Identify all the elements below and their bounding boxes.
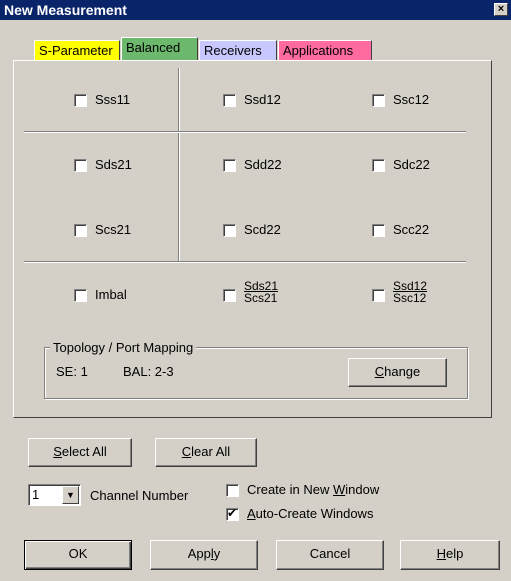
clear-all-button[interactable]: Clear All (155, 438, 257, 467)
sss11-label: Sss11 (95, 92, 131, 107)
button-label: elect All (61, 444, 107, 459)
grid-divider-2 (24, 261, 466, 263)
button-label: OK (68, 546, 88, 561)
scs21-label: Scs21 (95, 222, 132, 237)
tab-label: Applications (283, 43, 354, 58)
tab-balanced[interactable]: Balanced (121, 37, 198, 61)
channel-value: 1 (32, 487, 40, 502)
ratio-denominator: Scs21 (244, 291, 278, 305)
sdc22-label: Sdc22 (393, 157, 430, 172)
ssd12-over-ssc12-label: Ssd12 Ssc12 (393, 280, 427, 304)
tab-label: S-Parameter (39, 43, 113, 58)
scc22-checkbox[interactable] (372, 224, 385, 237)
sss11-checkbox[interactable] (74, 94, 87, 107)
chevron-down-icon[interactable]: ▼ (62, 486, 79, 504)
sdd22-checkbox[interactable] (223, 159, 236, 172)
grid-vertical-divider (178, 68, 180, 261)
tab-receivers[interactable]: Receivers (199, 40, 277, 61)
button-label: lear All (191, 444, 231, 459)
help-button[interactable]: Help (400, 540, 500, 570)
ssd12-checkbox[interactable] (223, 94, 236, 107)
scd22-label: Scd22 (244, 222, 281, 237)
close-icon: × (497, 3, 505, 15)
title-bar: New Measurement (0, 0, 511, 20)
tab-applications[interactable]: Applications (278, 40, 372, 61)
auto-create-windows-checkbox[interactable] (226, 506, 239, 521)
grid-divider-1 (24, 131, 466, 133)
scs21-checkbox[interactable] (74, 224, 87, 237)
create-new-window-label: Create in New Window (247, 482, 380, 497)
scd22-checkbox[interactable] (223, 224, 236, 237)
button-label: Cancel (309, 546, 351, 561)
channel-number-label: Channel Number (90, 488, 189, 503)
topology-title: Topology / Port Mapping (50, 340, 197, 355)
sdd22-label: Sdd22 (244, 157, 282, 172)
tab-label: Receivers (204, 43, 262, 58)
ssc12-label: Ssc12 (393, 92, 430, 107)
ssd12-label: Ssd12 (244, 92, 281, 107)
sds21-label: Sds21 (95, 157, 132, 172)
topology-bal: BAL: 2-3 (123, 364, 174, 379)
scc22-label: Scc22 (393, 222, 430, 237)
sds21-checkbox[interactable] (74, 159, 87, 172)
hotkey: C (181, 444, 192, 459)
hotkey: C (374, 364, 385, 379)
window-title: New Measurement (4, 2, 127, 18)
create-new-window-checkbox[interactable] (226, 484, 239, 497)
sds21-over-scs21-checkbox[interactable] (223, 289, 236, 302)
tab-s-parameter[interactable]: S-Parameter (34, 40, 120, 61)
ssc12-checkbox[interactable] (372, 94, 385, 107)
close-button[interactable]: × (494, 3, 508, 16)
ssd12-over-ssc12-checkbox[interactable] (372, 289, 385, 302)
apply-button[interactable]: Apply (150, 540, 258, 570)
select-all-button[interactable]: Select All (28, 438, 132, 467)
channel-number-select[interactable]: 1 ▼ (28, 484, 81, 506)
tab-label: Balanced (126, 40, 181, 55)
cancel-button[interactable]: Cancel (276, 540, 384, 570)
sdc22-checkbox[interactable] (372, 159, 385, 172)
ok-button[interactable]: OK (24, 540, 132, 570)
hotkey: S (53, 444, 62, 459)
auto-create-windows-label: Auto-Create Windows (247, 506, 374, 521)
ratio-denominator: Ssc12 (393, 291, 427, 305)
topology-se: SE: 1 (56, 364, 88, 379)
change-button[interactable]: Change (348, 358, 447, 387)
sds21-over-scs21-label: Sds21 Scs21 (244, 280, 278, 304)
button-label: hange (384, 364, 421, 379)
imbal-checkbox[interactable] (74, 289, 87, 302)
imbal-label: Imbal (95, 287, 127, 302)
